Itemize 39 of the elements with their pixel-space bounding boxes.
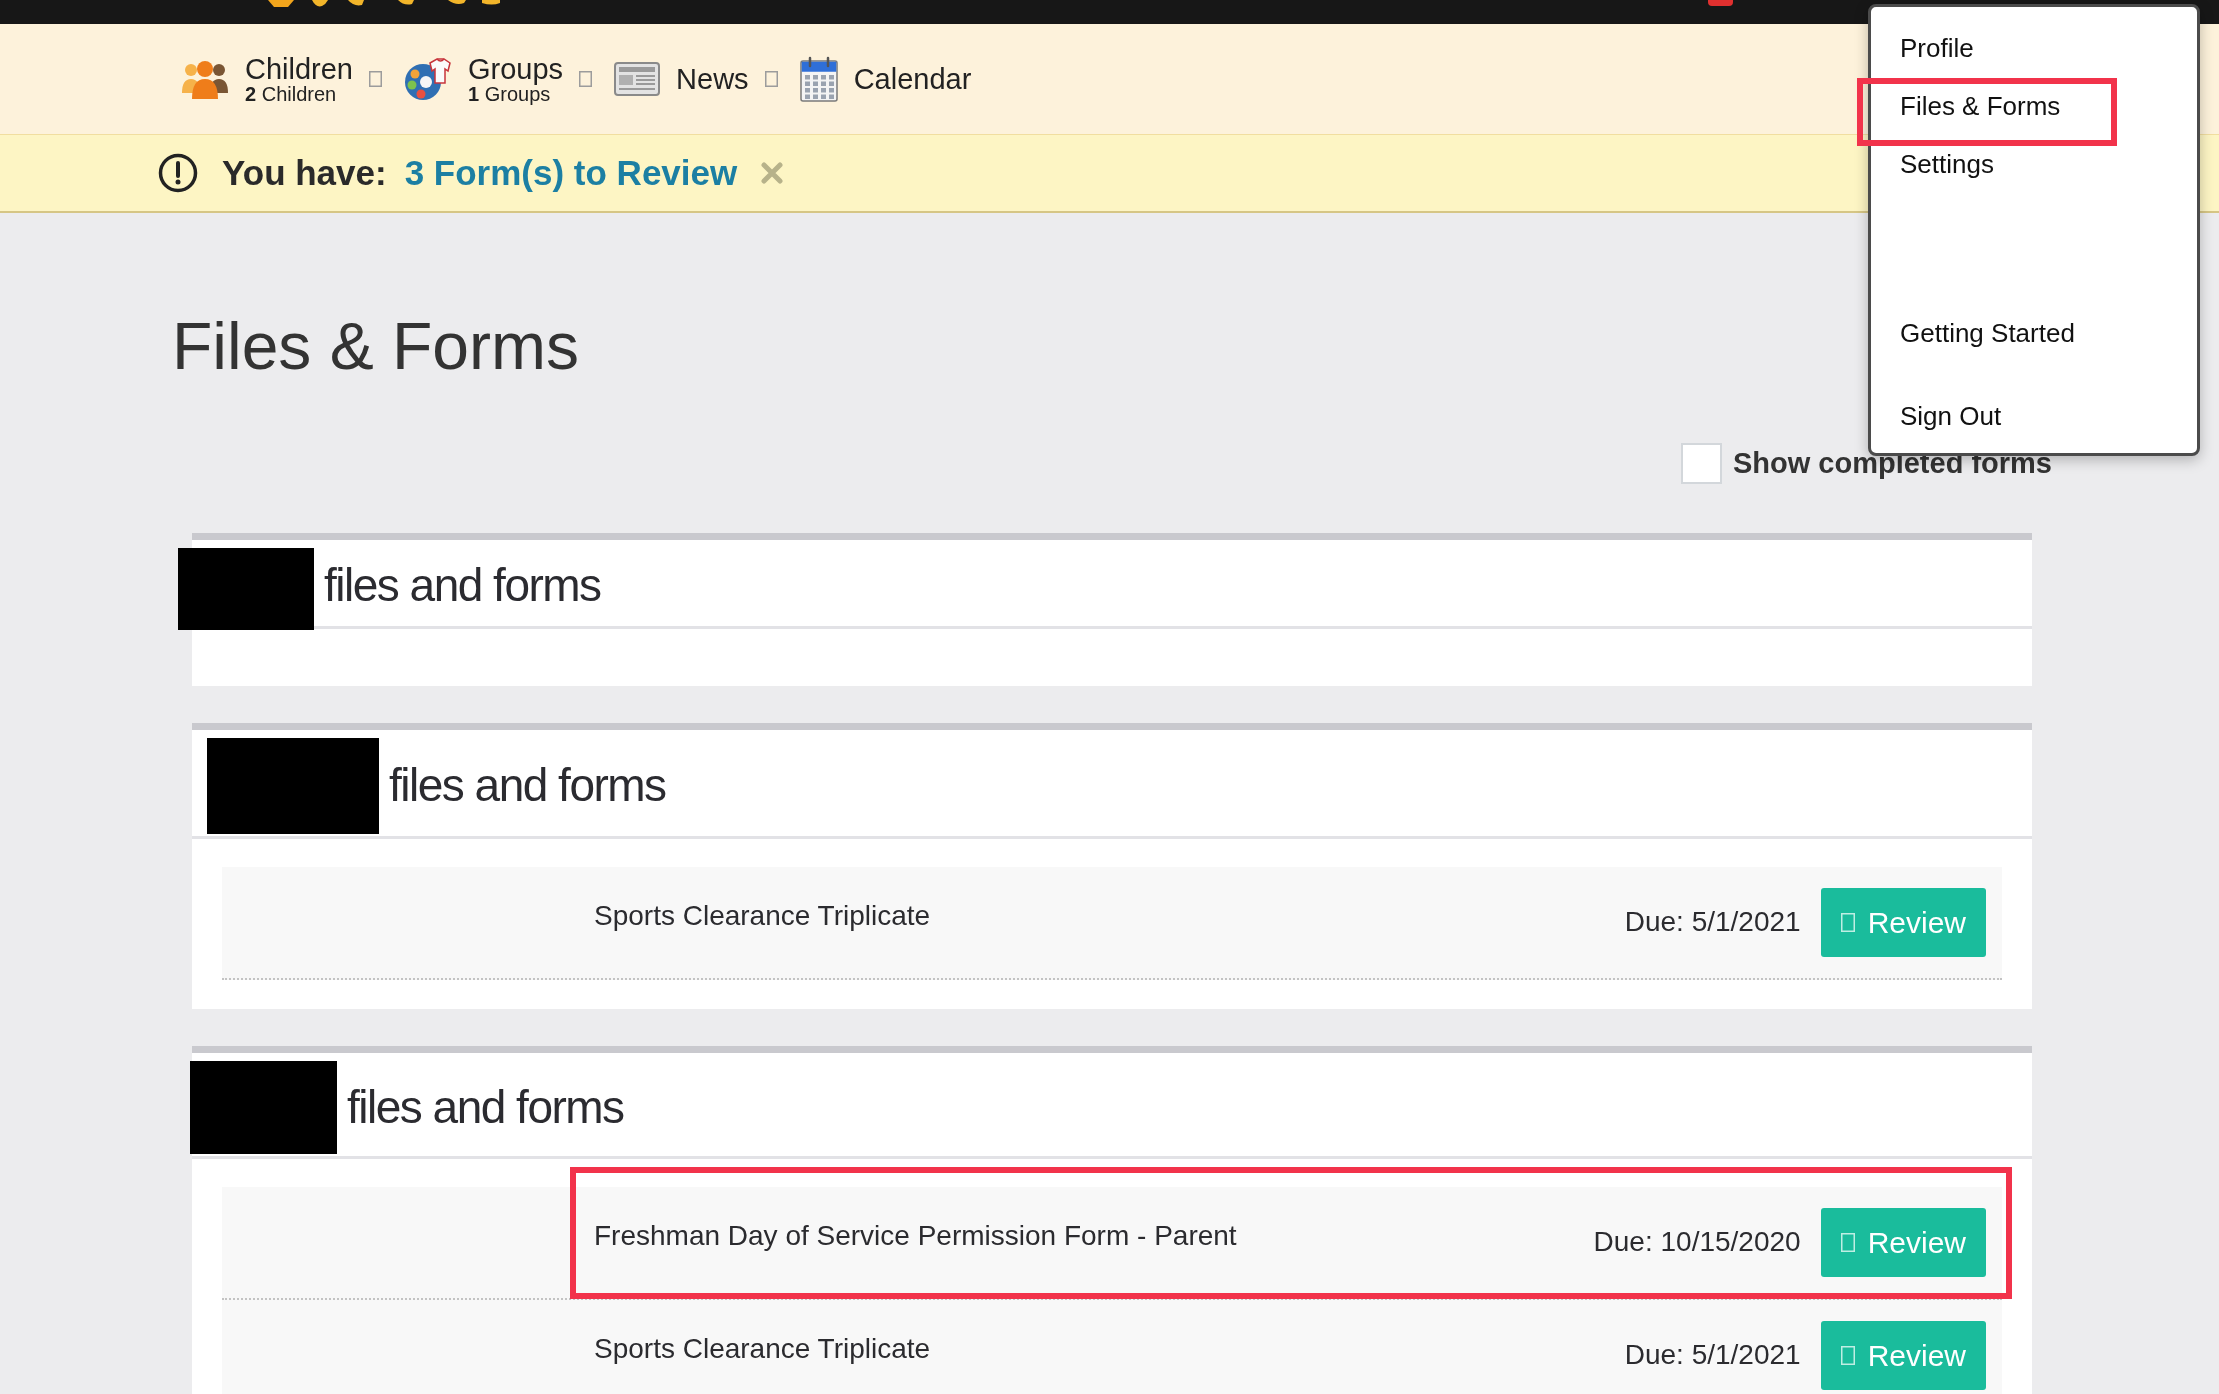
square-icon[interactable] — [579, 71, 593, 87]
square-icon — [1840, 1232, 1855, 1252]
badge-icon — [1708, 0, 1733, 6]
nav-link[interactable]: Calendar — [853, 63, 972, 95]
checkbox-label: Show completed forms — [1732, 446, 2052, 482]
section-heading: files and forms — [324, 560, 601, 611]
exclamation-icon — [158, 153, 198, 193]
checkbox[interactable] — [1680, 443, 1722, 485]
calendar-icon — [799, 56, 838, 102]
nav-link[interactable]: Children — [245, 53, 353, 85]
due-date: Due: 5/1/2021 — [1624, 1338, 1801, 1373]
menu-item[interactable]: Sign Out — [1871, 387, 2197, 445]
menu-item[interactable]: Settings — [1871, 135, 2197, 193]
alert-text: You have: — [222, 151, 387, 194]
section-heading: files and forms — [347, 1081, 624, 1133]
menu-item[interactable]: Getting Started — [1871, 304, 2197, 362]
logo-icon — [268, 0, 500, 8]
review-link[interactable]: 3 Form(s) to Review — [404, 146, 738, 200]
square-icon — [1840, 912, 1855, 932]
newspaper-icon — [614, 62, 661, 96]
people-icon — [181, 59, 229, 99]
nav-subtitle: 2 Children — [245, 84, 338, 105]
square-icon[interactable] — [369, 71, 382, 87]
due-date: Due: 10/15/2020 — [1593, 1225, 1801, 1260]
menu-item[interactable]: Files & Forms — [1871, 77, 2197, 135]
form-title: Sports Clearance Triplicate — [594, 1331, 931, 1366]
form-title: Sports Clearance Triplicate — [594, 898, 931, 933]
form-title: Freshman Day of Service Permission Form - Parent — [594, 1218, 1237, 1253]
nav-link[interactable]: Groups — [468, 53, 564, 85]
square-icon[interactable] — [764, 71, 778, 87]
palette-icon — [404, 57, 452, 101]
due-date: Due: 5/1/2021 — [1624, 905, 1801, 940]
nav-subtitle: 1 Groups — [468, 84, 551, 105]
nav-link[interactable]: News — [676, 63, 749, 95]
menu-item[interactable]: Profile — [1871, 19, 2197, 77]
square-icon — [1840, 1345, 1855, 1365]
close-icon[interactable] — [761, 162, 784, 184]
section-heading: files and forms — [389, 760, 666, 811]
page-title: Files & Forms — [172, 308, 580, 385]
